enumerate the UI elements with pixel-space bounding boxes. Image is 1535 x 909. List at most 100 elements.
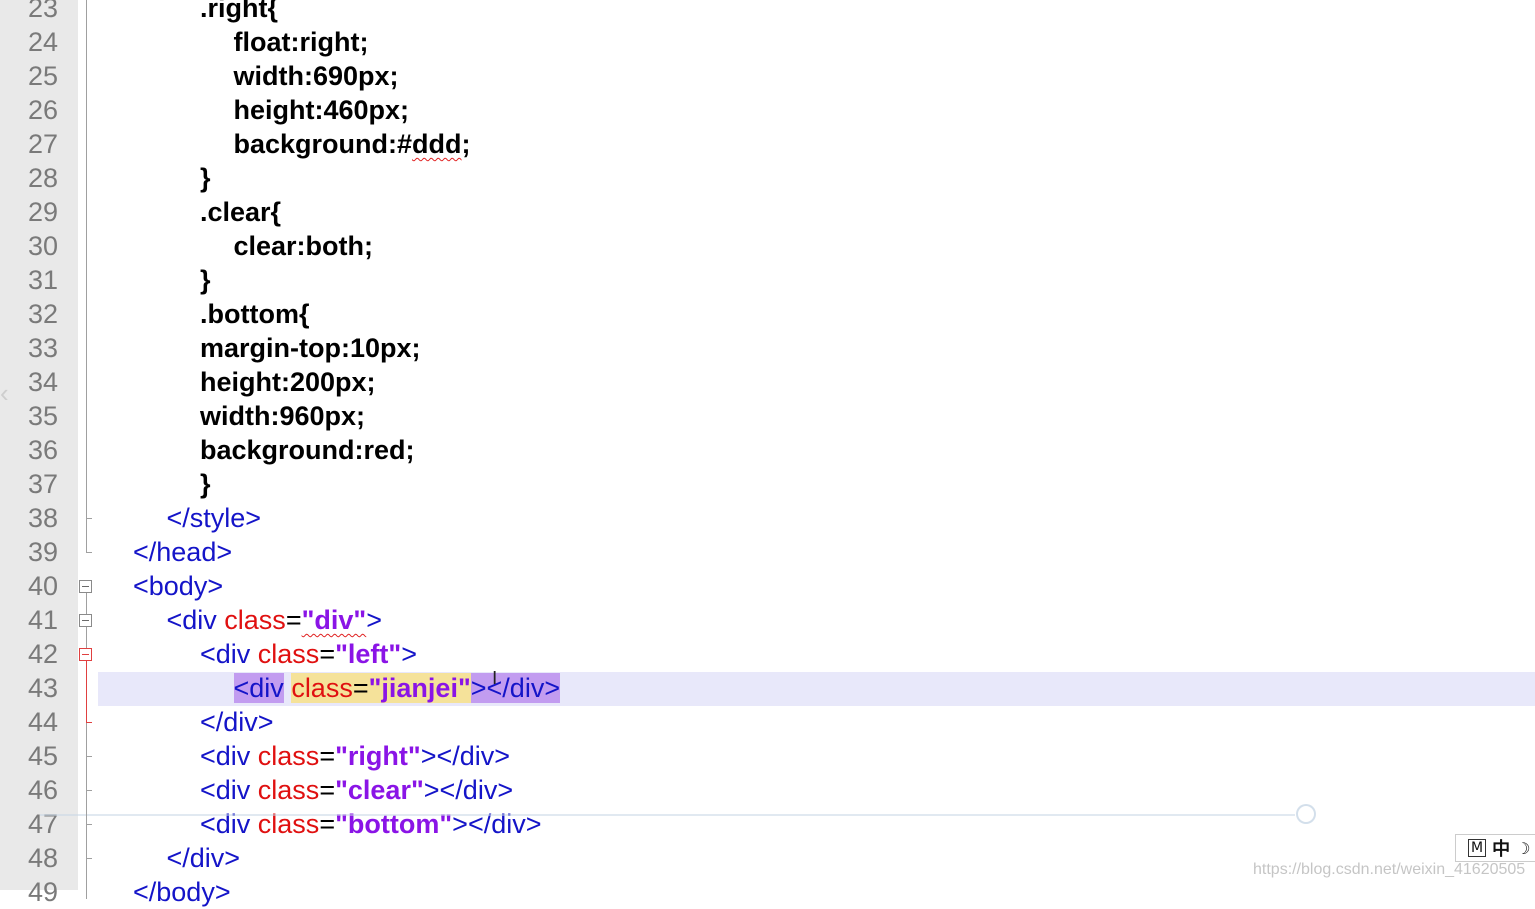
- code-text[interactable]: <div class="jianjei"></div>: [233, 671, 561, 705]
- fold-toggle-icon[interactable]: [79, 614, 92, 627]
- line-number: 35: [27, 401, 58, 431]
- code-text[interactable]: <div class="right"></div>: [200, 739, 510, 773]
- code-token: class: [257, 639, 320, 669]
- fold-guide-line: [86, 0, 87, 552]
- code-text[interactable]: background:red;: [200, 433, 415, 467]
- line-number: 33: [27, 333, 58, 363]
- line-number: 31: [27, 265, 58, 295]
- code-text[interactable]: <body>: [133, 569, 223, 603]
- code-text[interactable]: }: [200, 263, 211, 297]
- code-text[interactable]: </head>: [133, 535, 232, 569]
- line-number: 47: [27, 809, 58, 839]
- code-line[interactable]: 28}: [0, 161, 1535, 195]
- video-progress-knob[interactable]: [1296, 804, 1316, 824]
- moon-icon: ☽: [1516, 838, 1531, 858]
- fold-end-tick: [86, 756, 92, 757]
- code-text[interactable]: <div class="clear"></div>: [200, 773, 513, 807]
- line-number: 48: [27, 843, 58, 873]
- line-number: 26: [27, 95, 58, 125]
- code-line[interactable]: 23 .right{: [0, 0, 1535, 25]
- code-text[interactable]: }: [200, 467, 211, 501]
- code-line[interactable]: 35 width:960px;: [0, 399, 1535, 433]
- code-token: >: [366, 605, 382, 635]
- code-token: <body>: [133, 571, 224, 601]
- line-number: 29: [27, 197, 58, 227]
- code-line[interactable]: 26 height:460px;: [0, 93, 1535, 127]
- code-token: "div": [301, 605, 367, 635]
- code-line[interactable]: 40 <body>: [0, 569, 1535, 603]
- ime-language-label: 中: [1492, 839, 1511, 860]
- code-token: </div>: [166, 843, 241, 873]
- fold-toggle-icon[interactable]: [79, 648, 92, 661]
- code-line[interactable]: 41 <div class="div">: [0, 603, 1535, 637]
- code-token: </body>: [133, 877, 231, 907]
- code-line[interactable]: 31}: [0, 263, 1535, 297]
- code-text[interactable]: clear:both;: [234, 229, 374, 263]
- ime-mode-label: M: [1468, 839, 1487, 857]
- code-line[interactable]: 36 background:red;: [0, 433, 1535, 467]
- fold-end-tick: [86, 552, 92, 553]
- line-number: 40: [27, 571, 58, 601]
- code-text[interactable]: <div class="div">: [167, 603, 383, 637]
- code-text[interactable]: margin-top:10px;: [200, 331, 421, 365]
- left-arrow-icon[interactable]: ‹: [0, 378, 9, 409]
- code-line[interactable]: 37}: [0, 467, 1535, 501]
- code-text[interactable]: background:#ddd;: [234, 127, 471, 161]
- code-editor[interactable]: 23 .right{24 float:right; 25 width:690px; 26 h…: [0, 0, 1535, 907]
- code-line[interactable]: 38 </style>: [0, 501, 1535, 535]
- fold-end-tick: [86, 722, 92, 723]
- code-line[interactable]: 32 .bottom{: [0, 297, 1535, 331]
- code-token: "right": [335, 741, 421, 771]
- code-line[interactable]: 25 width:690px;: [0, 59, 1535, 93]
- code-text[interactable]: </style>: [167, 501, 262, 535]
- code-token: class: [224, 605, 286, 635]
- line-number: 42: [27, 639, 58, 669]
- code-text[interactable]: height:460px;: [234, 93, 410, 127]
- code-text[interactable]: height:200px;: [200, 365, 376, 399]
- fold-toggle-icon[interactable]: [79, 580, 92, 593]
- code-text[interactable]: }: [200, 161, 211, 195]
- code-token: background:red;: [200, 435, 415, 465]
- code-line[interactable]: 42 <div class="left">: [0, 637, 1535, 671]
- code-token: class: [257, 775, 320, 805]
- code-text[interactable]: .clear{: [200, 195, 281, 229]
- code-line[interactable]: 45 <div class="right"></div>: [0, 739, 1535, 773]
- ime-indicator[interactable]: M 中 ☽: [1455, 834, 1535, 862]
- code-line[interactable]: 29 .clear{: [0, 195, 1535, 229]
- code-line[interactable]: 49 </body>: [0, 875, 1535, 909]
- code-text[interactable]: <div class="left">: [200, 637, 417, 671]
- code-text[interactable]: width:690px;: [234, 59, 399, 93]
- code-line[interactable]: 33 margin-top:10px;: [0, 331, 1535, 365]
- code-text[interactable]: .right{: [200, 0, 278, 25]
- code-token: class: [291, 673, 353, 703]
- line-number: 28: [27, 163, 58, 193]
- code-text[interactable]: float:right;: [234, 25, 369, 59]
- code-line[interactable]: 24 float:right;: [0, 25, 1535, 59]
- code-text[interactable]: </div>: [200, 705, 274, 739]
- video-progress-bar[interactable]: [40, 814, 1295, 816]
- line-number: 44: [27, 707, 58, 737]
- code-line[interactable]: 44 </div>: [0, 705, 1535, 739]
- code-line[interactable]: 43 <div class="jianjei"></div>: [0, 671, 1535, 706]
- code-token: <div: [200, 741, 258, 771]
- code-line[interactable]: 27 background:#ddd;: [0, 127, 1535, 161]
- code-token: background:#: [233, 129, 413, 159]
- code-line[interactable]: 34 height:200px;: [0, 365, 1535, 399]
- code-text[interactable]: width:960px;: [200, 399, 365, 433]
- fold-end-tick: [86, 858, 92, 859]
- code-token: </style>: [166, 503, 262, 533]
- code-text[interactable]: </div>: [167, 841, 241, 875]
- line-number: 36: [27, 435, 58, 465]
- line-number: 24: [27, 27, 58, 57]
- code-line[interactable]: 30 clear:both;: [0, 229, 1535, 263]
- watermark: https://blog.csdn.net/weixin_41620505: [1253, 861, 1526, 878]
- fold-guide-line: [86, 661, 87, 723]
- code-text[interactable]: <div class="bottom"></div>: [200, 807, 542, 841]
- fold-guide-line: [86, 593, 87, 899]
- code-line[interactable]: 39 </head>: [0, 535, 1535, 569]
- code-text[interactable]: .bottom{: [200, 297, 309, 331]
- code-line[interactable]: 46 <div class="clear"></div>: [0, 773, 1535, 807]
- code-text[interactable]: </body>: [133, 875, 231, 909]
- code-token: clear:both;: [233, 231, 374, 261]
- code-token: "clear": [335, 775, 424, 805]
